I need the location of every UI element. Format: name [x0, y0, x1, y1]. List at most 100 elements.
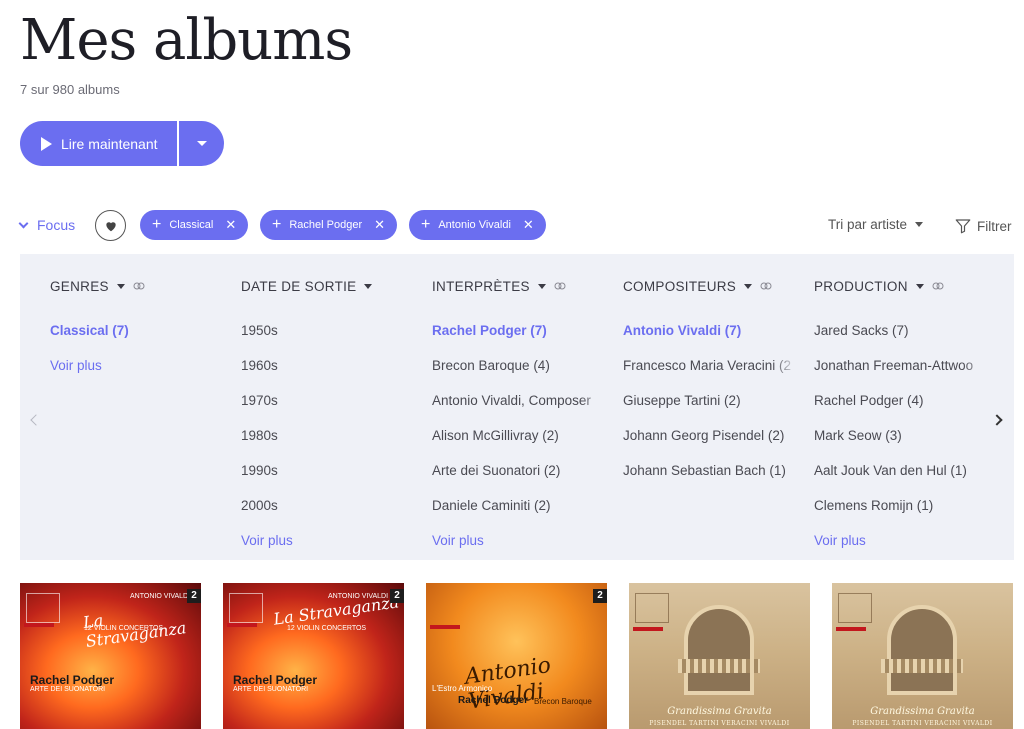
column-header-release-date[interactable]: DATE DE SORTIE	[241, 278, 421, 294]
filter-chip-antonio-vivaldi[interactable]: + Antonio Vivaldi ✕	[409, 210, 546, 240]
link-icon[interactable]	[554, 282, 566, 290]
close-icon[interactable]: ✕	[374, 217, 385, 233]
composer-item[interactable]: Johann Sebastian Bach (1)	[623, 463, 798, 479]
caret-down-icon	[364, 283, 373, 289]
album-title: La Stravaganza	[81, 610, 188, 651]
album-card[interactable]: ANTONIO VIVALDI La Stravaganza 12 VIOLIN…	[20, 583, 201, 729]
label-tag	[430, 625, 460, 629]
label-logo	[229, 593, 263, 623]
column-header-genres[interactable]: GENRES	[50, 278, 230, 294]
see-more-link[interactable]: Voir plus	[814, 533, 989, 549]
filter-button[interactable]: Filtrer	[954, 217, 1012, 235]
column-release-date: DATE DE SORTIE 1950s 1960s 1970s 1980s 1…	[241, 278, 421, 549]
heart-icon	[105, 221, 116, 231]
album-artist: Rachel Podger	[233, 673, 318, 687]
close-icon[interactable]: ✕	[225, 217, 236, 233]
page-title: Mes albums	[20, 8, 353, 73]
column-title: GENRES	[50, 278, 109, 294]
performer-item[interactable]: Arte dei Suonatori (2)	[432, 463, 607, 479]
chip-label: Antonio Vivaldi	[438, 219, 511, 231]
album-composers: PISENDEL TARTINI VERACINI VIVALDI	[649, 720, 790, 727]
date-item[interactable]: 2000s	[241, 498, 416, 514]
caret-down-icon	[915, 283, 924, 289]
caret-down-icon	[744, 283, 753, 289]
favorites-filter-button[interactable]	[95, 210, 126, 241]
date-item[interactable]: 1970s	[241, 393, 416, 409]
filter-chip-classical[interactable]: + Classical ✕	[140, 210, 249, 240]
caret-down-icon	[537, 283, 546, 289]
performer-item[interactable]: Rachel Podger (7)	[432, 323, 607, 339]
sort-dropdown[interactable]: Tri par artiste	[828, 217, 924, 232]
date-item[interactable]: 1990s	[241, 463, 416, 479]
album-subtitle: 12 VIOLIN CONCERTOS	[287, 625, 367, 632]
plus-icon: +	[152, 216, 162, 233]
label-logo	[838, 593, 872, 623]
label-tag	[227, 623, 257, 627]
play-now-button[interactable]: Lire maintenant	[20, 121, 177, 166]
album-title: Grandissima Gravita	[667, 706, 772, 717]
genre-item[interactable]: Classical (7)	[50, 323, 225, 339]
production-item[interactable]: Clemens Romijn (1)	[814, 498, 989, 514]
filter-label: Filtrer	[977, 218, 1012, 234]
album-card[interactable]: ANTONIO VIVALDI La Stravaganza 12 VIOLIN…	[223, 583, 404, 729]
balcony-window-art	[678, 605, 760, 695]
date-item[interactable]: 1980s	[241, 428, 416, 444]
production-item[interactable]: Jared Sacks (7)	[814, 323, 989, 339]
performer-item[interactable]: Daniele Caminiti (2)	[432, 498, 607, 514]
column-title: PRODUCTION	[814, 278, 908, 294]
filter-chip-rachel-podger[interactable]: + Rachel Podger ✕	[260, 210, 398, 240]
production-item[interactable]: Jonathan Freeman-Attwoo	[814, 358, 989, 374]
label-tag	[836, 627, 866, 631]
production-item[interactable]: Rachel Podger (4)	[814, 393, 989, 409]
album-count: 7 sur 980 albums	[20, 82, 120, 97]
column-header-production[interactable]: PRODUCTION	[814, 278, 994, 294]
composer-item[interactable]: Giuseppe Tartini (2)	[623, 393, 798, 409]
date-item[interactable]: 1960s	[241, 358, 416, 374]
album-card[interactable]: Grandissima Gravita PISENDEL TARTINI VER…	[629, 583, 810, 729]
chevron-down-icon	[18, 218, 29, 228]
production-item[interactable]: Aalt Jouk Van den Hul (1)	[814, 463, 989, 479]
chip-label: Rachel Podger	[289, 219, 363, 231]
see-more-link[interactable]: Voir plus	[241, 533, 416, 549]
link-icon[interactable]	[932, 282, 944, 290]
label-tag	[633, 627, 663, 631]
disc-count-badge: 2	[390, 589, 404, 603]
album-artist: Rachel Podger	[458, 695, 529, 706]
composer-item[interactable]: Antonio Vivaldi (7)	[623, 323, 798, 339]
plus-icon: +	[421, 216, 431, 233]
performer-item[interactable]: Brecon Baroque (4)	[432, 358, 607, 374]
production-item[interactable]: Mark Seow (3)	[814, 428, 989, 444]
link-icon[interactable]	[133, 282, 145, 290]
close-icon[interactable]: ✕	[523, 217, 534, 233]
see-more-link[interactable]: Voir plus	[432, 533, 607, 549]
column-header-composers[interactable]: COMPOSITEURS	[623, 278, 803, 294]
focus-toggle[interactable]: Focus	[18, 217, 75, 233]
album-card[interactable]: Antonio Vivaldi L'Estro Armonico Rachel …	[426, 583, 607, 729]
disc-count-badge: 2	[187, 589, 201, 603]
link-icon[interactable]	[760, 282, 772, 290]
caret-down-icon	[196, 141, 207, 146]
album-card[interactable]: Grandissima Gravita PISENDEL TARTINI VER…	[832, 583, 1013, 729]
play-now-label: Lire maintenant	[61, 135, 158, 152]
see-more-link[interactable]: Voir plus	[50, 358, 225, 374]
date-item[interactable]: 1950s	[241, 323, 416, 339]
album-ensemble: ARTE DEI SUONATORI	[233, 686, 309, 693]
composer-item[interactable]: Johann Georg Pisendel (2)	[623, 428, 798, 444]
performer-item[interactable]: Alison McGillivray (2)	[432, 428, 607, 444]
composer-item[interactable]: Francesco Maria Veracini (2	[623, 358, 798, 374]
play-button-group: Lire maintenant	[20, 121, 224, 166]
chip-label: Classical	[169, 219, 214, 231]
sort-label: Tri par artiste	[828, 217, 908, 232]
column-header-performers[interactable]: INTERPRÈTES	[432, 278, 612, 294]
album-subtitle: L'Estro Armonico	[432, 684, 493, 693]
play-options-dropdown[interactable]	[179, 121, 224, 166]
album-artist: Rachel Podger	[30, 673, 115, 687]
performer-item[interactable]: Antonio Vivaldi, Composer	[432, 393, 607, 409]
balcony-window-art	[881, 605, 963, 695]
column-performers: INTERPRÈTES Rachel Podger (7) Brecon Bar…	[432, 278, 612, 549]
focus-panel: GENRES Classical (7) Voir plus DATE DE S…	[20, 254, 1014, 560]
plus-icon: +	[272, 216, 282, 233]
filter-icon	[955, 219, 971, 234]
chevron-left-icon[interactable]	[30, 414, 42, 426]
disc-count-badge: 2	[593, 589, 607, 603]
